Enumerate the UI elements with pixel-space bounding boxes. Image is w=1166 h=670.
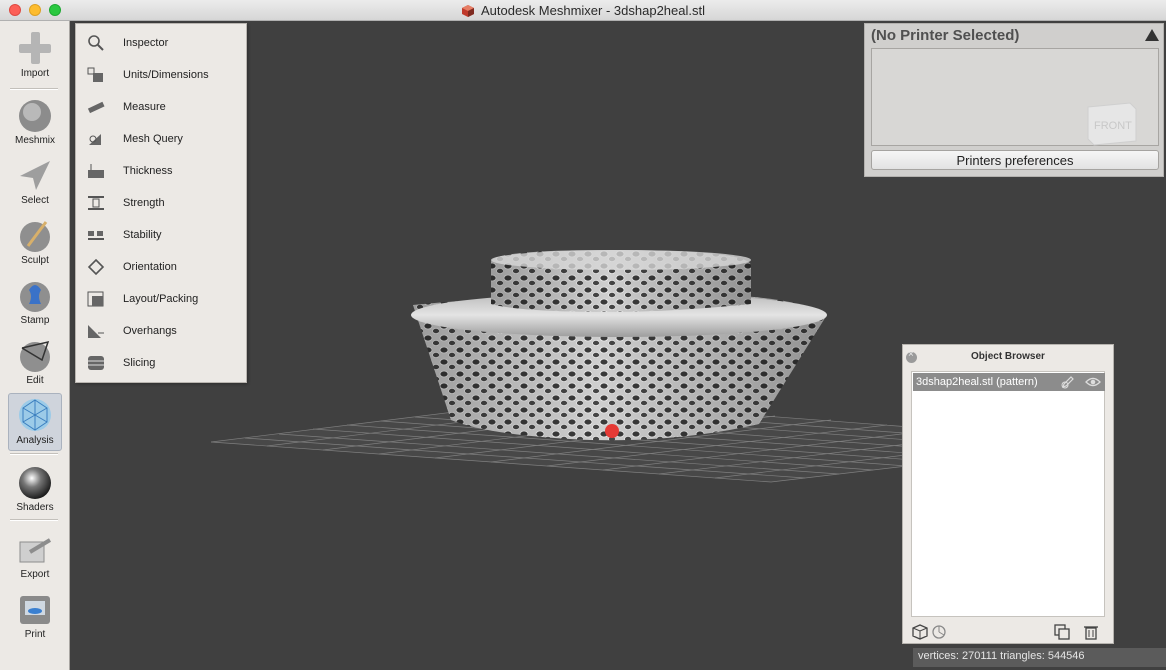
cube-icon[interactable] xyxy=(912,624,928,640)
tool-label: Edit xyxy=(26,375,44,386)
menu-item-thickness[interactable]: Thickness xyxy=(76,155,246,187)
app-window: Autodesk Meshmixer - 3dshap2heal.stl Imp… xyxy=(0,0,1166,670)
object-list: 3dshap2heal.stl (pattern) xyxy=(911,371,1105,617)
layout-packing-icon xyxy=(87,291,104,307)
tool-shaders[interactable]: Shaders xyxy=(8,461,62,519)
tool-label: Print xyxy=(24,629,46,640)
menu-item-overhangs[interactable]: Overhangs xyxy=(76,315,246,347)
menu-item-label: Inspector xyxy=(123,37,169,49)
toolbar-divider xyxy=(10,519,58,521)
menu-item-stability[interactable]: Stability xyxy=(76,219,246,251)
printer-panel: (No Printer Selected) FRONT Printers pre… xyxy=(864,23,1164,177)
strength-icon xyxy=(88,196,104,210)
overhangs-icon xyxy=(88,325,104,338)
orientation-icon xyxy=(87,259,105,275)
status-bar: vertices: 270111 triangles: 544546 xyxy=(913,648,1166,667)
menu-item-mesh-query[interactable]: Mesh Query xyxy=(76,123,246,155)
tool-import[interactable]: Import xyxy=(8,27,62,85)
tool-label: Shaders xyxy=(16,502,54,513)
analysis-icon xyxy=(19,399,51,431)
printers-preferences-button[interactable]: Printers preferences xyxy=(871,150,1159,170)
menu-item-label: Slicing xyxy=(123,357,156,369)
tool-label: Export xyxy=(20,569,50,580)
plus-icon xyxy=(19,32,51,64)
menu-item-label: Strength xyxy=(123,197,165,209)
title-bar: Autodesk Meshmixer - 3dshap2heal.stl xyxy=(0,0,1166,21)
trash-icon[interactable] xyxy=(1083,624,1099,640)
view-cube-icon[interactable]: FRONT xyxy=(1084,93,1140,147)
thickness-icon xyxy=(88,164,104,178)
meshmix-bunny-icon xyxy=(19,100,51,132)
tool-label: Stamp xyxy=(20,315,50,326)
stability-icon xyxy=(88,231,104,240)
export-icon xyxy=(19,538,52,563)
meshmixer-app-icon xyxy=(461,4,474,17)
shaders-sphere-icon xyxy=(19,467,51,499)
menu-item-inspector[interactable]: Inspector xyxy=(76,27,246,59)
menu-item-label: Mesh Query xyxy=(123,133,183,145)
tool-label: Meshmix xyxy=(14,135,55,146)
units-icon xyxy=(87,67,103,82)
sculpt-brush-icon xyxy=(20,221,50,252)
tool-select[interactable]: Select xyxy=(8,154,62,212)
list-item[interactable]: 3dshap2heal.stl (pattern) xyxy=(913,373,1105,391)
menu-item-label: Stability xyxy=(123,229,162,241)
pivot-marker xyxy=(605,424,619,438)
collapse-triangle-icon[interactable] xyxy=(1145,29,1159,41)
menu-item-label: Thickness xyxy=(123,165,173,177)
tool-meshmix[interactable]: Meshmix xyxy=(8,94,62,152)
tool-label: Select xyxy=(21,195,49,206)
mesh-object[interactable] xyxy=(411,250,827,441)
printer-preview: FRONT xyxy=(871,48,1159,146)
visibility-eye-icon[interactable] xyxy=(1085,376,1101,388)
menu-item-label: Overhangs xyxy=(123,325,177,337)
printer-panel-title: (No Printer Selected) xyxy=(871,27,1020,44)
mesh-stats: vertices: 270111 triangles: 544546 xyxy=(918,650,1085,662)
object-name: 3dshap2heal.stl (pattern) xyxy=(916,376,1038,388)
analysis-menu: Inspector Units/Dimensions Measure Mesh … xyxy=(75,23,247,383)
menu-item-measure[interactable]: Measure xyxy=(76,91,246,123)
left-toolbar: Import Meshmix Select Sculpt Stamp Edit … xyxy=(0,21,70,670)
menu-item-label: Units/Dimensions xyxy=(123,69,209,81)
menu-item-strength[interactable]: Strength xyxy=(76,187,246,219)
mesh-query-icon xyxy=(89,134,101,145)
object-browser-title: Object Browser xyxy=(971,351,1045,362)
menu-item-label: Measure xyxy=(123,101,166,113)
tool-export[interactable]: Export xyxy=(8,528,62,586)
ruler-icon xyxy=(87,101,105,114)
pie-icon[interactable] xyxy=(931,624,947,640)
magnifier-icon xyxy=(88,35,104,51)
menu-item-slicing[interactable]: Slicing xyxy=(76,347,246,379)
toolbar-divider xyxy=(10,453,58,455)
edit-pencil-icon[interactable] xyxy=(1061,375,1075,389)
tool-sculpt[interactable]: Sculpt xyxy=(8,214,62,272)
tool-analysis[interactable]: Analysis xyxy=(8,393,62,451)
tool-label: Analysis xyxy=(16,435,54,446)
view-cube-label: FRONT xyxy=(1094,120,1132,132)
tool-print[interactable]: Print xyxy=(8,588,62,646)
tool-edit[interactable]: Edit xyxy=(8,334,62,392)
menu-item-units-dimensions[interactable]: Units/Dimensions xyxy=(76,59,246,91)
menu-item-layout-packing[interactable]: Layout/Packing xyxy=(76,283,246,315)
print-icon xyxy=(20,596,50,624)
toolbar-divider xyxy=(10,88,58,90)
slicing-icon xyxy=(88,356,104,370)
menu-item-label: Layout/Packing xyxy=(123,293,199,305)
tool-label: Import xyxy=(20,68,50,79)
object-browser-panel: Object Browser 3dshap2heal.stl (pattern) xyxy=(902,344,1114,644)
select-arrow-icon xyxy=(20,161,50,190)
duplicate-icon[interactable] xyxy=(1054,624,1070,640)
menu-item-label: Orientation xyxy=(123,261,177,273)
menu-item-orientation[interactable]: Orientation xyxy=(76,251,246,283)
edit-icon xyxy=(20,340,50,372)
title-wrap: Autodesk Meshmixer - 3dshap2heal.stl xyxy=(0,0,1166,21)
stamp-icon xyxy=(20,282,50,312)
tool-label: Sculpt xyxy=(21,255,49,266)
tool-stamp[interactable]: Stamp xyxy=(8,274,62,332)
window-title: Autodesk Meshmixer - 3dshap2heal.stl xyxy=(480,3,705,18)
